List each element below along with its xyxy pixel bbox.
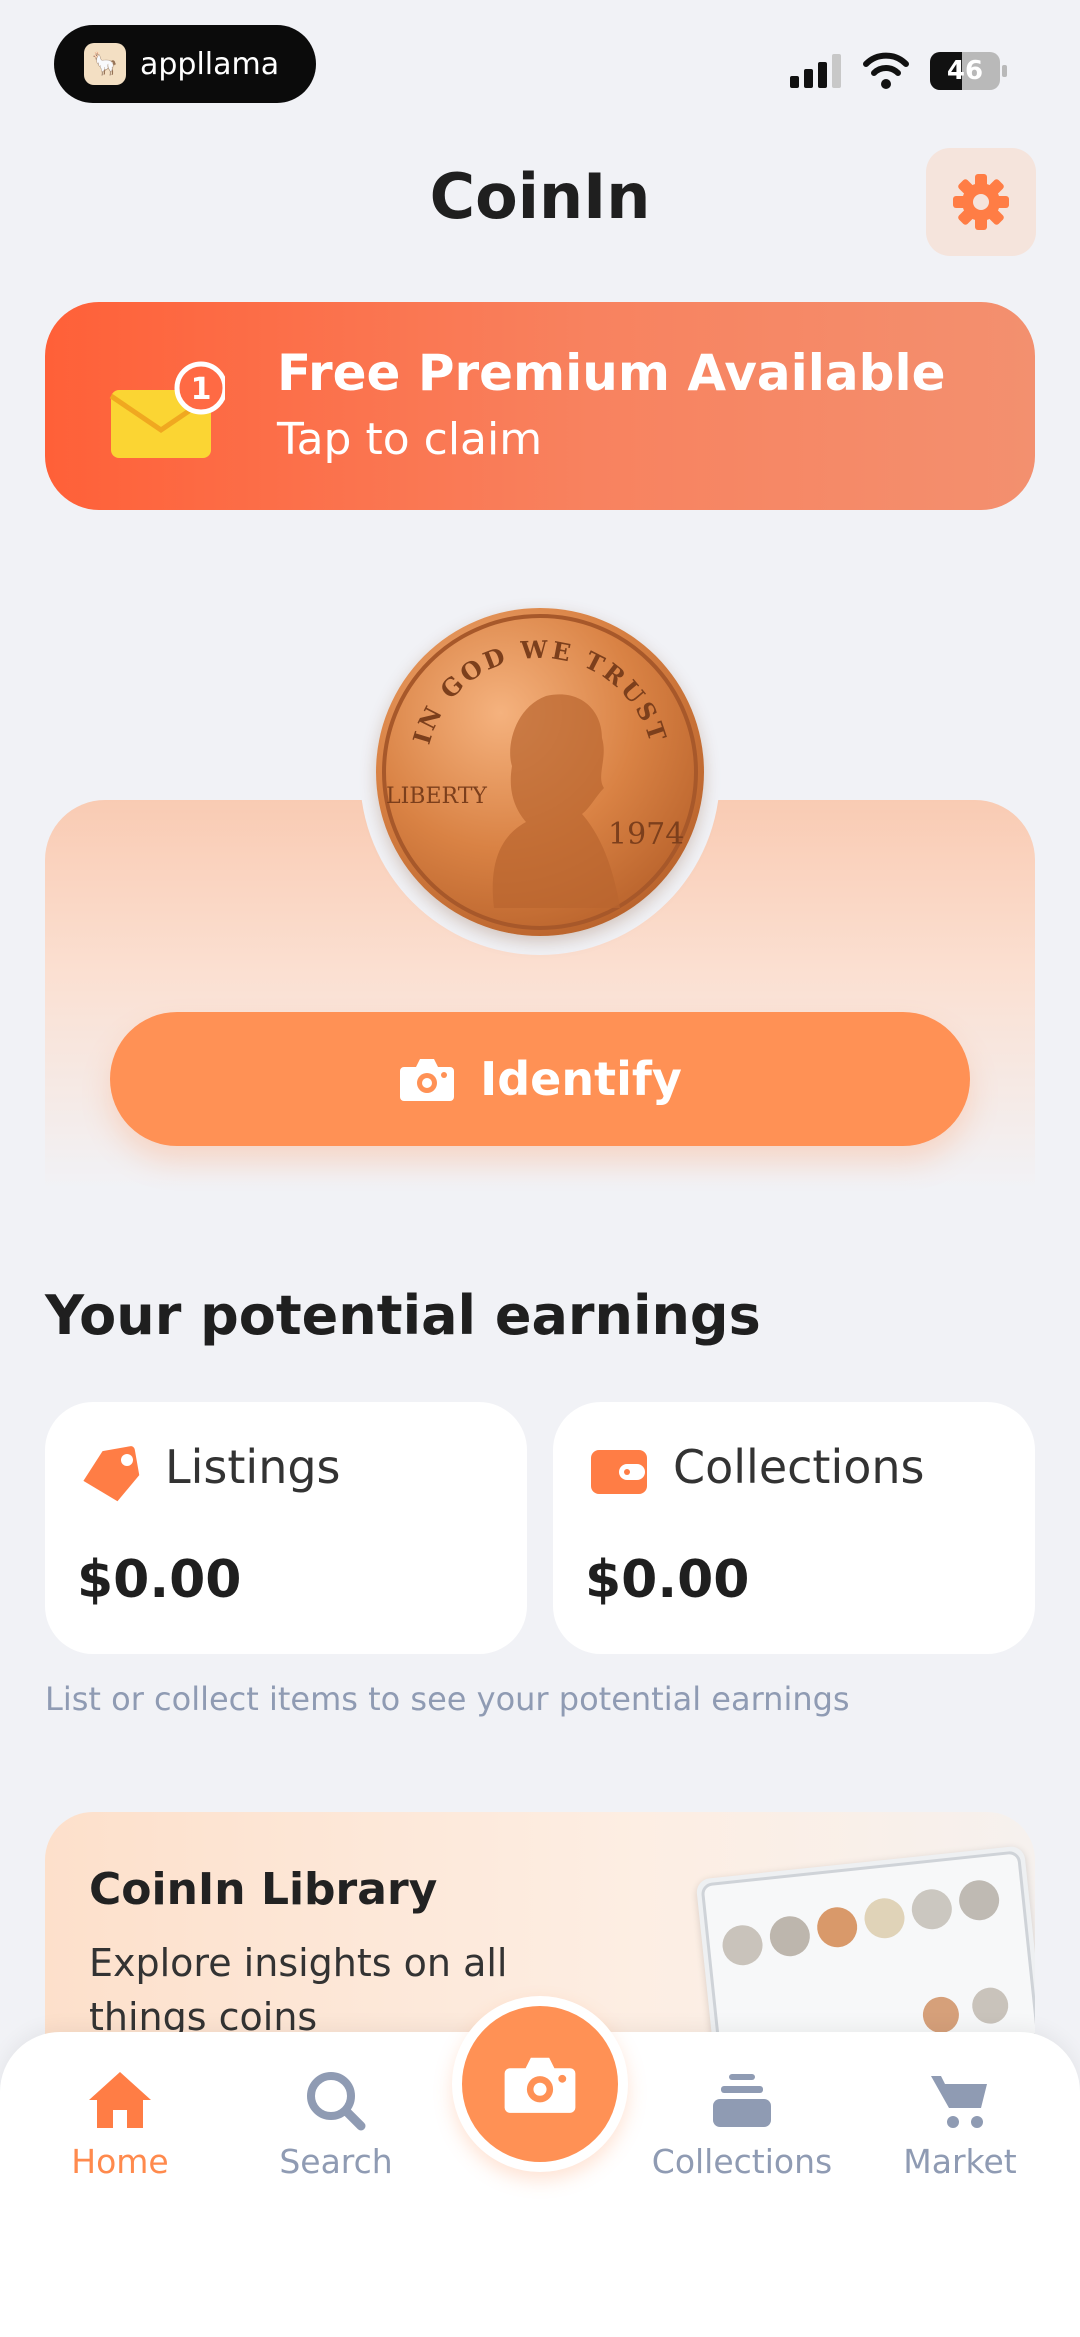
battery-level: 46 xyxy=(946,56,984,86)
wallet-icon xyxy=(591,1450,647,1494)
earnings-title: Your potential earnings xyxy=(45,1284,761,1347)
wifi-icon xyxy=(863,52,909,89)
coin-year: 1974 xyxy=(608,817,684,852)
listings-label: Listings xyxy=(165,1440,341,1494)
nav-market-label: Market xyxy=(903,2142,1017,2181)
home-icon xyxy=(89,2072,151,2128)
signal-icon xyxy=(790,54,841,88)
gear-icon xyxy=(953,174,1009,230)
carrier-pill: 🦙 appllama xyxy=(54,25,316,103)
battery-icon: 46 xyxy=(930,52,1008,90)
coin-liberty: LIBERTY xyxy=(386,784,487,809)
envelope-icon: 1 xyxy=(109,361,225,458)
notification-badge-count: 1 xyxy=(191,372,212,407)
collections-value: $0.00 xyxy=(585,1550,750,1610)
nav-market[interactable]: Market xyxy=(860,2068,1060,2181)
llama-logo-icon: 🦙 xyxy=(84,43,126,85)
nav-search-label: Search xyxy=(279,2142,393,2181)
collections-icon xyxy=(713,2074,771,2127)
earnings-hint: List or collect items to see your potent… xyxy=(45,1680,850,1718)
nav-home-label: Home xyxy=(71,2142,169,2181)
camera-scan-button[interactable] xyxy=(452,1996,628,2172)
search-icon xyxy=(307,2072,366,2131)
page-title: CoinIn xyxy=(429,160,651,233)
promo-subtitle: Tap to claim xyxy=(277,414,543,465)
nav-search[interactable]: Search xyxy=(236,2068,436,2181)
identify-label: Identify xyxy=(480,1052,682,1106)
promo-title: Free Premium Available xyxy=(277,344,946,402)
camera-icon xyxy=(400,1059,455,1101)
camera-icon xyxy=(504,2057,576,2113)
tag-icon xyxy=(83,1446,140,1502)
library-title: CoinIn Library xyxy=(89,1864,438,1915)
nav-collections-label: Collections xyxy=(651,2142,833,2181)
penny-coin-image: IN GOD WE TRUST LIBERTY 1974 xyxy=(376,608,704,936)
free-premium-banner[interactable]: 1 Free Premium Available Tap to claim xyxy=(45,302,1035,510)
listings-value: $0.00 xyxy=(77,1550,242,1610)
identify-button[interactable]: Identify xyxy=(110,1012,970,1146)
nav-collections[interactable]: Collections xyxy=(642,2068,842,2181)
settings-button[interactable] xyxy=(926,148,1036,256)
collections-card[interactable]: Collections $0.00 xyxy=(553,1402,1035,1654)
cart-icon xyxy=(931,2076,987,2128)
listings-card[interactable]: Listings $0.00 xyxy=(45,1402,527,1654)
carrier-name: appllama xyxy=(140,46,280,82)
collections-label: Collections xyxy=(673,1440,925,1494)
nav-home[interactable]: Home xyxy=(20,2068,220,2181)
